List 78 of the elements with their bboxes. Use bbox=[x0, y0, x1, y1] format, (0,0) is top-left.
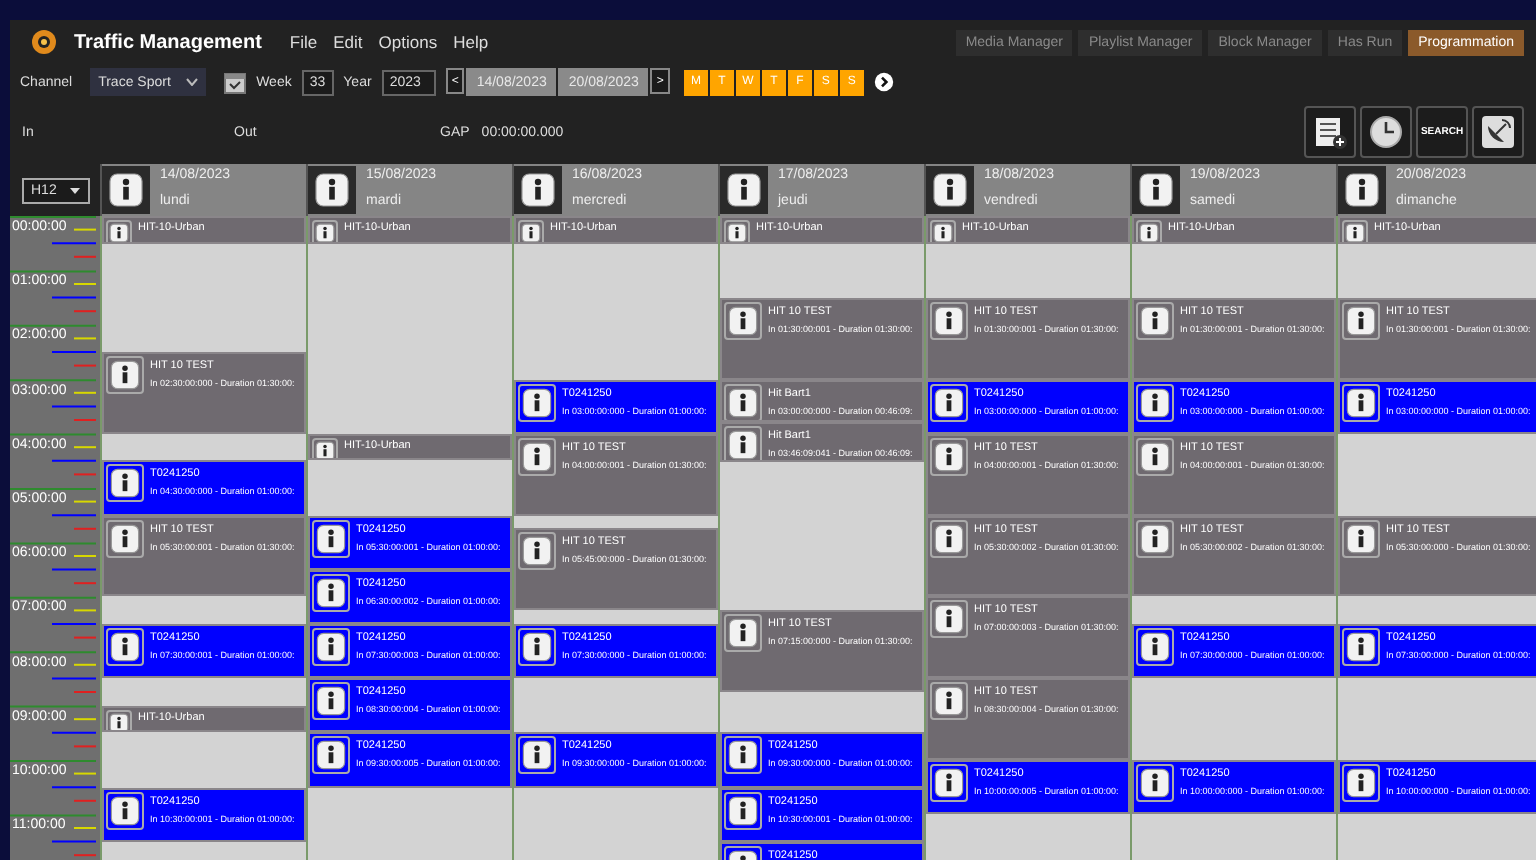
info-icon bbox=[1342, 170, 1382, 210]
info-icon bbox=[1138, 766, 1172, 800]
info-icon bbox=[930, 170, 970, 210]
info-icon bbox=[314, 521, 348, 556]
info-icon bbox=[1138, 385, 1172, 420]
info-icon bbox=[1136, 170, 1176, 210]
calendar-icon[interactable] bbox=[224, 71, 247, 93]
info-icon bbox=[314, 439, 336, 459]
list-add-icon bbox=[1312, 114, 1348, 150]
menu-item[interactable]: Help bbox=[453, 32, 489, 52]
menu-item[interactable]: Options bbox=[378, 32, 438, 52]
info-icon bbox=[726, 222, 748, 242]
satellite-dish-icon bbox=[1480, 114, 1516, 150]
add-list-button[interactable] bbox=[1304, 106, 1356, 158]
clock-icon bbox=[1368, 114, 1404, 150]
info-icon bbox=[932, 521, 966, 556]
day-info-button[interactable] bbox=[514, 166, 562, 214]
info-icon bbox=[314, 630, 348, 664]
arrow-circle-icon[interactable] bbox=[873, 72, 894, 92]
info-icon bbox=[726, 738, 760, 773]
info-icon bbox=[520, 738, 554, 773]
info-icon bbox=[108, 793, 142, 828]
info-icon bbox=[726, 427, 760, 461]
broadcast-button[interactable] bbox=[1472, 106, 1524, 158]
info-icon bbox=[518, 170, 558, 210]
info-icon bbox=[108, 222, 130, 242]
caret-icon bbox=[69, 187, 79, 193]
info-icon bbox=[726, 616, 760, 651]
info-icon bbox=[520, 630, 554, 664]
info-icon bbox=[314, 575, 348, 610]
info-icon bbox=[1138, 521, 1172, 556]
info-icon bbox=[1344, 521, 1378, 556]
info-icon bbox=[726, 303, 760, 338]
info-icon bbox=[520, 439, 554, 474]
day-info-button[interactable] bbox=[1132, 166, 1180, 214]
info-icon bbox=[108, 358, 142, 392]
info-icon bbox=[724, 170, 764, 210]
chevron-icon bbox=[186, 78, 199, 86]
info-icon bbox=[108, 521, 142, 556]
info-icon bbox=[932, 385, 966, 420]
schedule-button[interactable] bbox=[1360, 106, 1412, 158]
day-info-button[interactable] bbox=[926, 166, 974, 214]
info-icon bbox=[314, 222, 336, 242]
info-icon bbox=[1344, 385, 1378, 420]
info-icon bbox=[932, 684, 966, 719]
logo-icon bbox=[30, 28, 58, 56]
menu-item[interactable]: Edit bbox=[333, 32, 363, 52]
info-icon bbox=[1138, 439, 1172, 474]
info-icon bbox=[932, 602, 966, 637]
day-info-button[interactable] bbox=[308, 166, 356, 214]
app-title: Traffic Management bbox=[74, 31, 262, 53]
info-icon bbox=[108, 466, 142, 501]
info-icon bbox=[1344, 766, 1378, 800]
info-icon bbox=[1344, 303, 1378, 338]
info-icon bbox=[520, 222, 542, 242]
day-info-button[interactable] bbox=[720, 166, 768, 214]
info-icon bbox=[312, 170, 352, 210]
info-icon bbox=[1138, 630, 1172, 664]
day-info-button[interactable] bbox=[102, 166, 150, 214]
info-icon bbox=[932, 303, 966, 338]
info-icon bbox=[932, 766, 966, 800]
info-icon bbox=[1344, 630, 1378, 664]
info-icon bbox=[726, 793, 760, 828]
info-icon bbox=[726, 385, 760, 420]
info-icon bbox=[520, 385, 554, 420]
info-icon bbox=[314, 738, 348, 773]
info-icon bbox=[108, 711, 130, 731]
info-icon bbox=[932, 439, 966, 474]
info-icon bbox=[1344, 222, 1366, 242]
info-icon bbox=[520, 534, 554, 569]
info-icon bbox=[1138, 303, 1172, 338]
info-icon bbox=[1138, 222, 1160, 242]
info-icon bbox=[932, 222, 954, 242]
menu-item[interactable]: File bbox=[289, 32, 318, 52]
info-icon bbox=[314, 684, 348, 719]
day-info-button[interactable] bbox=[1338, 166, 1386, 214]
info-icon bbox=[108, 630, 142, 664]
info-icon bbox=[106, 170, 146, 210]
